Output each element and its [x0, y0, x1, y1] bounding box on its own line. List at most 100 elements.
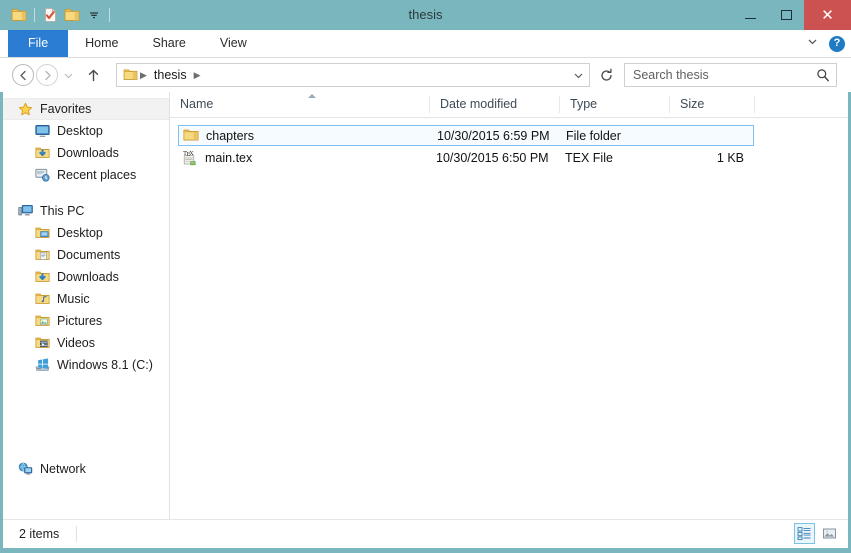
expand-ribbon-chevron-down-icon[interactable] [806, 35, 819, 53]
svg-text:X: X [190, 151, 194, 157]
table-row[interactable]: chapters 10/30/2015 6:59 PM File folder [178, 125, 754, 146]
cell-date-modified: 10/30/2015 6:59 PM [437, 128, 550, 143]
sidebar-item-documents[interactable]: Documents [3, 244, 169, 266]
customize-chevron-icon[interactable] [83, 4, 105, 26]
downloads-icon [34, 145, 50, 161]
ribbon-tabs: File Home Share View [8, 30, 264, 57]
breadcrumb[interactable]: ▶ thesis ▶ [116, 63, 590, 87]
cell-name: T E X main.tex [178, 150, 436, 166]
folder-icon [183, 128, 199, 144]
toolbar-separator-2 [109, 8, 110, 22]
sidebar-gap-2 [3, 376, 169, 458]
help-icon[interactable]: ? [829, 35, 845, 52]
documents-icon [34, 247, 50, 263]
sidebar-label-this-pc: This PC [40, 204, 85, 218]
up-button[interactable] [82, 64, 104, 86]
address-bar-row: ▶ thesis ▶ [0, 58, 851, 92]
explorer-window: thesis ✕ File Home Share View ? ▶ thesis… [0, 0, 851, 553]
navigation-pane: Favorites Desktop Downloads Recent place… [3, 92, 169, 519]
column-label-size: Size [680, 97, 705, 111]
tab-home[interactable]: Home [68, 30, 135, 57]
tab-share[interactable]: Share [136, 30, 203, 57]
close-button[interactable]: ✕ [804, 0, 851, 30]
status-item-count: 2 items [19, 527, 60, 541]
toolbar-separator [34, 8, 35, 22]
column-label-name: Name [180, 97, 214, 111]
breadcrumb-item-thesis[interactable]: thesis [154, 68, 187, 82]
sidebar-item-desktop-fav[interactable]: Desktop [3, 120, 169, 142]
column-separator-3[interactable] [754, 96, 755, 113]
sidebar-label-desktop-pc: Desktop [57, 226, 103, 240]
column-header-name[interactable]: Name [170, 92, 430, 117]
breadcrumb-folder-icon [123, 68, 138, 82]
column-header-size[interactable]: Size [670, 92, 755, 117]
sidebar-item-music[interactable]: Music [3, 288, 169, 310]
forward-button[interactable] [36, 64, 58, 86]
search-box[interactable] [624, 63, 837, 87]
minimize-button[interactable] [732, 0, 768, 30]
sidebar-label-windows-drive: Windows 8.1 (C:) [57, 358, 153, 372]
column-label-date-modified: Date modified [440, 97, 518, 111]
search-input[interactable] [631, 67, 816, 83]
sidebar-item-favorites[interactable]: Favorites [3, 98, 169, 120]
star-icon [17, 101, 33, 117]
sidebar-item-downloads-pc[interactable]: Downloads [3, 266, 169, 288]
desktop-folder-icon [34, 225, 50, 241]
window-controls: ✕ [732, 0, 851, 30]
window-title: thesis [408, 7, 443, 22]
large-icons-view-button[interactable] [819, 523, 840, 544]
sidebar-item-network[interactable]: Network [3, 458, 169, 480]
recent-locations-chevron-down-icon[interactable] [60, 64, 76, 86]
folder-icon[interactable] [8, 4, 30, 26]
breadcrumb-separator-0: ▶ [140, 69, 147, 80]
cell-date-modified: 10/30/2015 6:50 PM [436, 150, 549, 165]
sidebar-label-downloads-fav: Downloads [57, 146, 119, 160]
new-folder-icon[interactable] [61, 4, 83, 26]
sidebar-label-documents: Documents [57, 248, 121, 262]
maximize-button[interactable] [768, 0, 804, 30]
sidebar-item-recent-places[interactable]: Recent places [3, 164, 169, 186]
tab-view[interactable]: View [203, 30, 264, 57]
back-button[interactable] [12, 64, 34, 86]
table-row[interactable]: T E X main.tex 10/30/2015 6:50 PM TEX Fi… [178, 147, 754, 168]
tab-file[interactable]: File [8, 30, 69, 57]
sidebar-label-network: Network [40, 462, 86, 476]
sidebar-label-downloads-pc: Downloads [57, 270, 119, 284]
sidebar-item-pictures[interactable]: Pictures [3, 310, 169, 332]
cell-size: 1 KB [716, 150, 744, 165]
sidebar-label-music: Music [57, 292, 90, 306]
address-dropdown-chevron-down-icon[interactable] [567, 64, 589, 86]
quick-access-toolbar [8, 3, 114, 27]
search-icon [816, 68, 830, 82]
minimize-icon [744, 18, 756, 19]
sidebar-label-recent-places: Recent places [57, 168, 137, 182]
sidebar-item-desktop-pc[interactable]: Desktop [3, 222, 169, 244]
column-header-date-modified[interactable]: Date modified [430, 92, 560, 117]
close-icon: ✕ [821, 6, 834, 24]
videos-icon [34, 335, 50, 351]
status-bar: 2 items [3, 519, 848, 548]
column-header-row: Name Date modified Type Size [170, 92, 848, 118]
downloads-icon [34, 269, 50, 285]
file-name: chapters [206, 128, 254, 143]
file-name: main.tex [205, 150, 253, 165]
details-view-button[interactable] [794, 523, 815, 544]
sidebar-item-downloads-fav[interactable]: Downloads [3, 142, 169, 164]
column-header-type[interactable]: Type [560, 92, 670, 117]
tex-file-icon: T E X [182, 150, 198, 166]
sidebar-item-this-pc[interactable]: This PC [3, 200, 169, 222]
explorer-body: Favorites Desktop Downloads Recent place… [3, 92, 848, 519]
cell-type: File folder [566, 128, 621, 143]
view-mode-buttons [794, 523, 840, 544]
sidebar-item-videos[interactable]: Videos [3, 332, 169, 354]
navigation-buttons [12, 62, 104, 88]
properties-icon[interactable] [39, 4, 61, 26]
sidebar-item-windows-drive[interactable]: Windows 8.1 (C:) [3, 354, 169, 376]
title-bar[interactable]: thesis ✕ [0, 0, 851, 30]
sidebar-label-desktop-fav: Desktop [57, 124, 103, 138]
breadcrumb-separator-1[interactable]: ▶ [194, 70, 201, 81]
file-list-pane: Name Date modified Type Size chapters 10… [170, 92, 848, 519]
refresh-icon[interactable] [594, 63, 618, 87]
music-icon [34, 291, 50, 307]
column-label-type: Type [570, 97, 598, 111]
